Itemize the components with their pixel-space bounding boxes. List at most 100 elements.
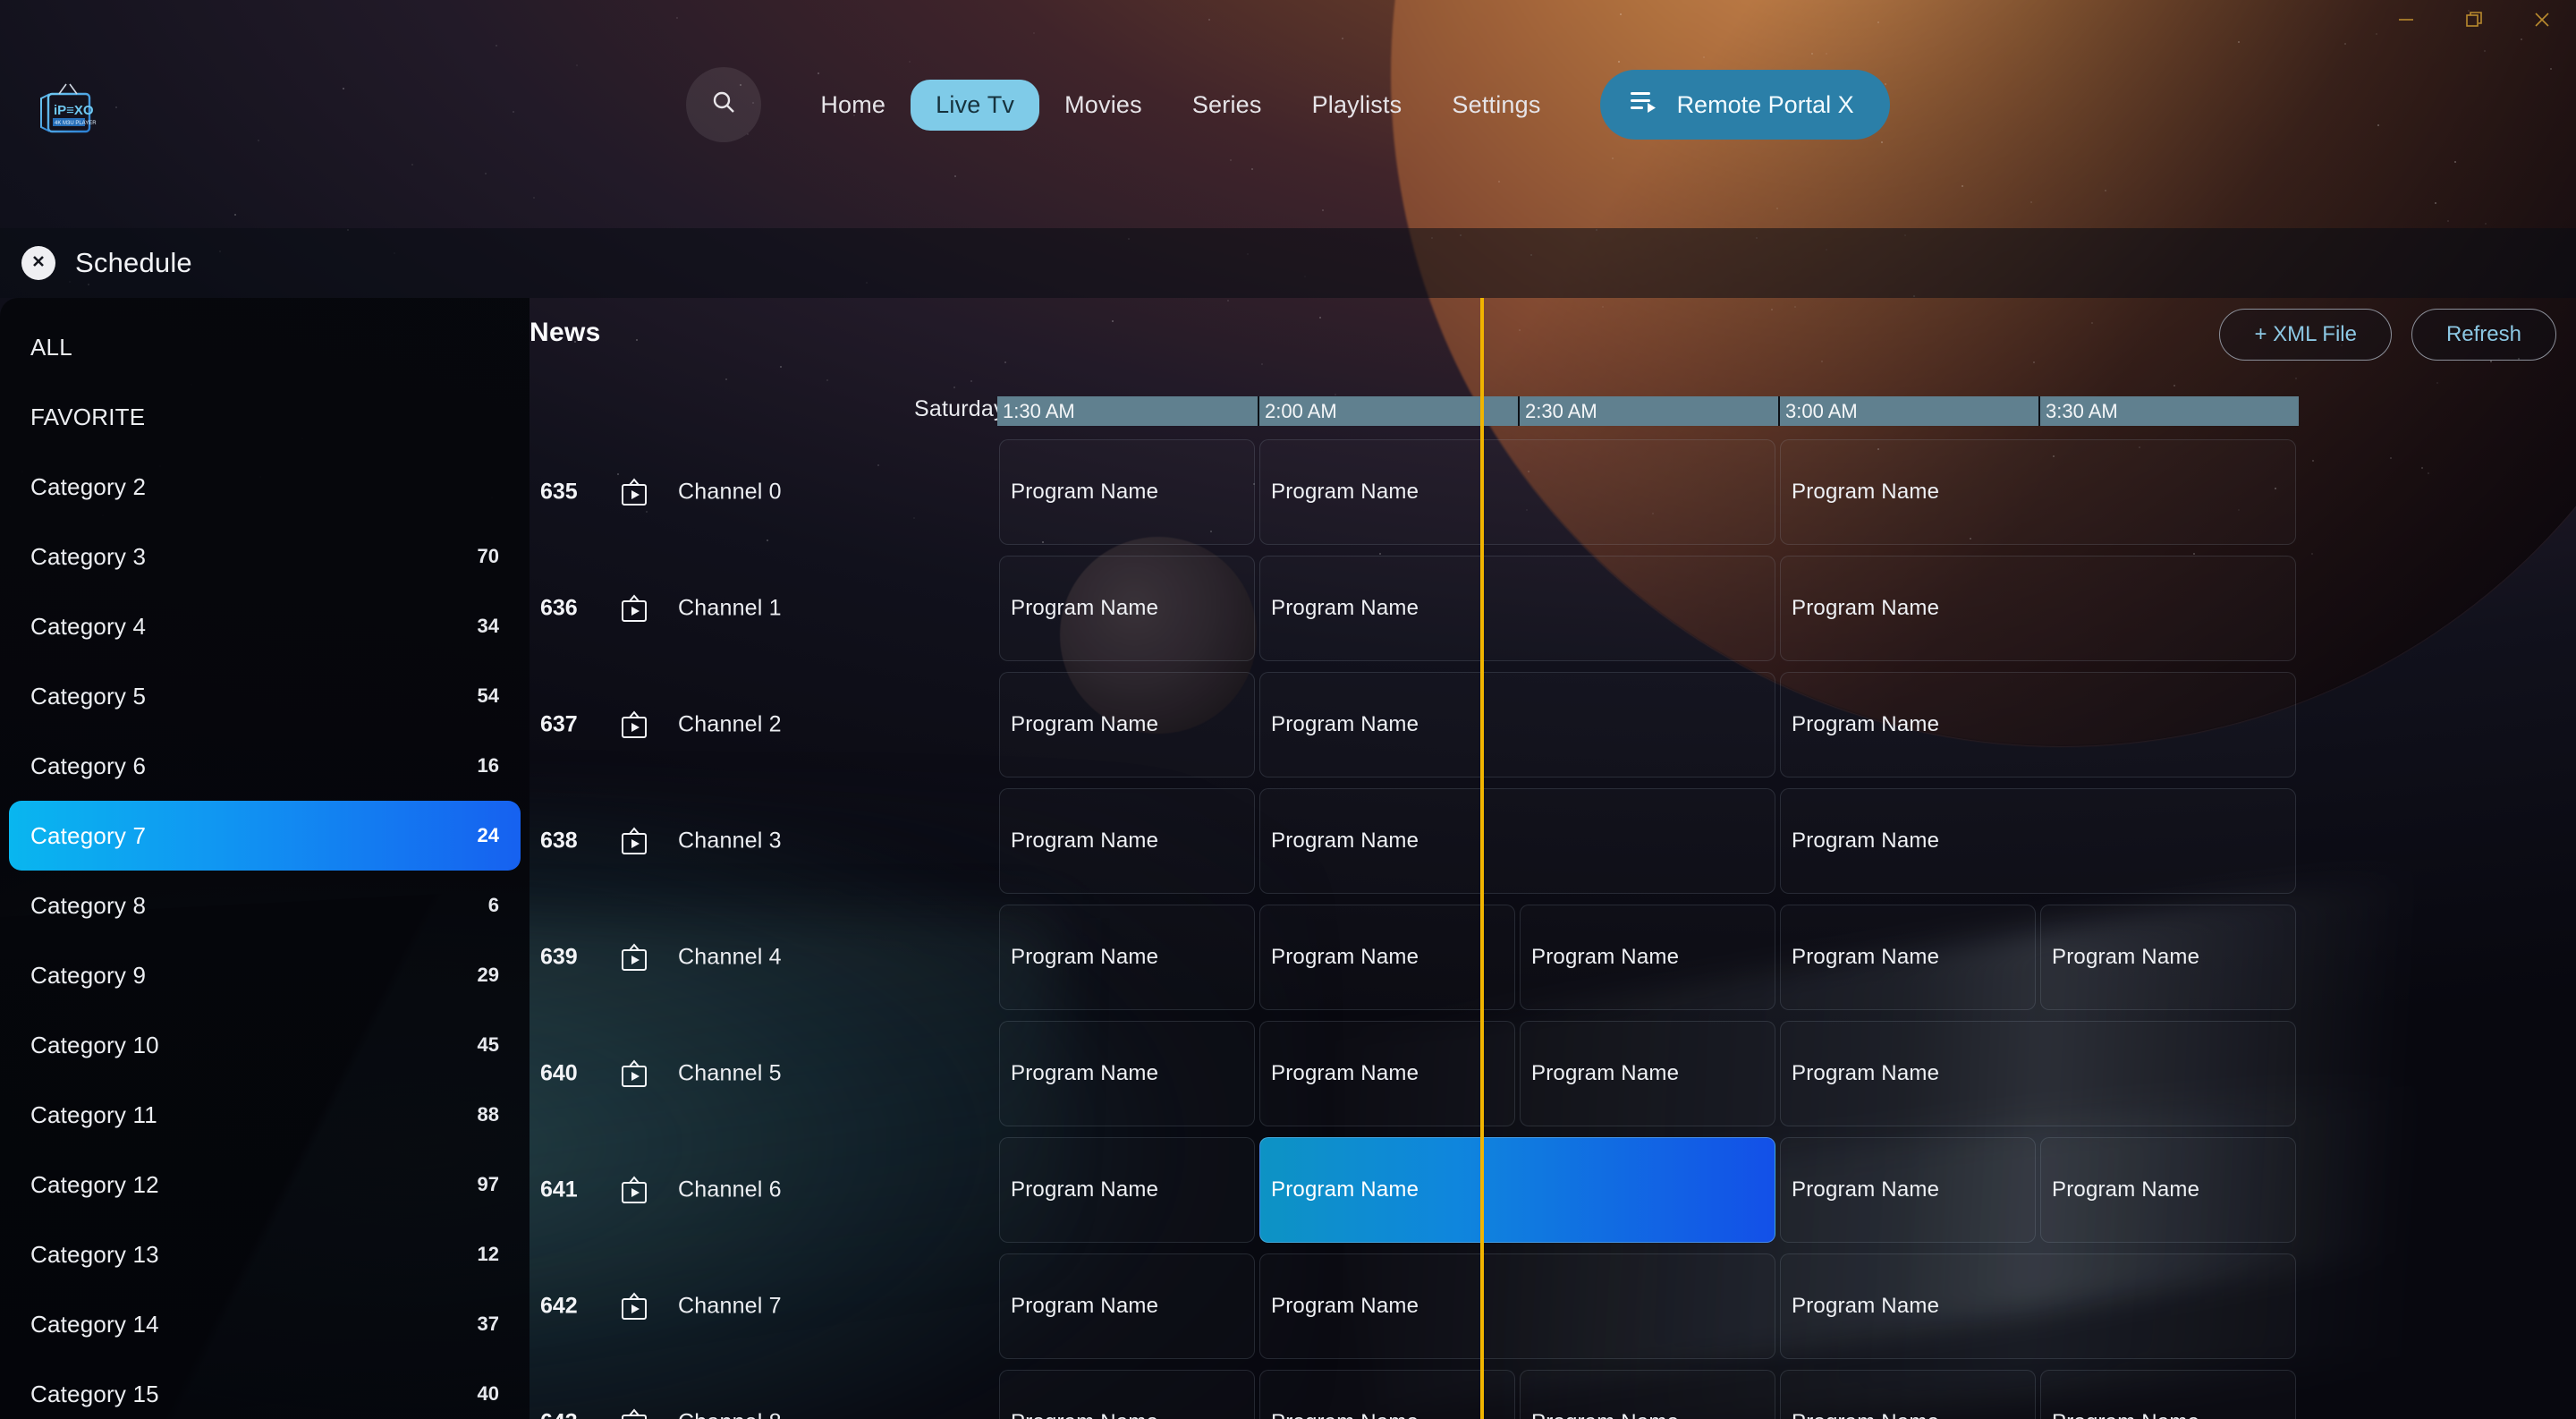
schedule-main-panel: News + XML File Refresh Saturday 1:30 AM… [530, 298, 2576, 1419]
nav-center-group: Home Live Tv Movies Series Playlists Set… [0, 39, 2576, 170]
program-cell[interactable]: Program Name [1780, 1253, 2296, 1359]
channel-row[interactable]: 635 Channel 0 Program Name Program Name Prog… [530, 434, 2576, 550]
program-cell[interactable]: Program Name [2040, 1137, 2296, 1243]
program-cell[interactable]: Program Name [1520, 1021, 1775, 1126]
program-cell[interactable]: Program Name [1259, 1021, 1515, 1126]
sidebar-item-count: 16 [477, 754, 499, 777]
sidebar-item-category-9[interactable]: Category 9 29 [9, 940, 521, 1010]
channel-row[interactable]: 642 Channel 7 Program Name Program Name Prog… [530, 1248, 2576, 1364]
tv-play-icon [619, 826, 649, 856]
nav-item-live-tv[interactable]: Live Tv [911, 79, 1040, 131]
program-cell[interactable]: Program Name [1259, 556, 1775, 661]
program-cell[interactable]: Program Name [1780, 1021, 2296, 1126]
program-cell[interactable]: Program Name [999, 672, 1255, 777]
program-cell[interactable]: Program Name [1780, 1137, 2036, 1243]
channel-row[interactable]: 636 Channel 1 Program Name Program Name Prog… [530, 550, 2576, 667]
refresh-button[interactable]: Refresh [2411, 309, 2556, 361]
sidebar-item-all[interactable]: ALL [9, 312, 521, 382]
nav-item-playlists[interactable]: Playlists [1287, 80, 1428, 131]
sidebar-item-label: Category 10 [30, 1031, 159, 1058]
channel-name: Channel 3 [678, 828, 782, 854]
channel-name: Channel 4 [678, 944, 782, 970]
sidebar-item-category-13[interactable]: Category 13 12 [9, 1219, 521, 1289]
program-cell[interactable]: Program Name [1780, 1370, 2036, 1419]
program-cell[interactable]: Program Name [1780, 788, 2296, 894]
close-schedule-button[interactable] [21, 246, 55, 280]
program-cell[interactable]: Program Name [999, 788, 1255, 894]
program-cell[interactable]: Program Name [999, 439, 1255, 545]
program-track: Program Name Program Name Program Name [997, 667, 2576, 783]
program-cell[interactable]: Program Name [1259, 672, 1775, 777]
channel-name: Channel 5 [678, 1060, 782, 1086]
tv-play-icon [619, 710, 649, 740]
sidebar-item-category-14[interactable]: Category 14 37 [9, 1289, 521, 1359]
program-track: Program Name Program Name Program Name [997, 1248, 2576, 1364]
program-cell[interactable]: Program Name [1780, 905, 2036, 1010]
program-cell[interactable]: Program Name [1520, 1370, 1775, 1419]
nav-item-movies[interactable]: Movies [1039, 80, 1167, 131]
sidebar-item-favorite[interactable]: FAVORITE [9, 382, 521, 452]
sidebar-item-category-12[interactable]: Category 12 97 [9, 1150, 521, 1219]
program-cell[interactable]: Program Name [1259, 1253, 1775, 1359]
sidebar-item-label: Category 2 [30, 472, 147, 500]
program-cell[interactable]: Program Name [1259, 439, 1775, 545]
sidebar-item-category-11[interactable]: Category 11 88 [9, 1080, 521, 1150]
sidebar-item-category-3[interactable]: Category 3 70 [9, 522, 521, 591]
program-cell[interactable]: Program Name [1259, 1370, 1515, 1419]
sidebar-item-label: Category 14 [30, 1310, 159, 1338]
sidebar-item-label: Category 5 [30, 682, 147, 710]
channel-grid[interactable]: 635 Channel 0 Program Name Program Name Prog… [530, 434, 2576, 1419]
channel-number: 642 [540, 1293, 578, 1319]
channel-row[interactable]: 641 Channel 6 Program Name Program Name Prog… [530, 1132, 2576, 1248]
channel-number: 636 [540, 595, 578, 621]
program-cell-selected[interactable]: Program Name [1259, 1137, 1775, 1243]
restore-button[interactable] [2440, 0, 2508, 39]
program-cell[interactable]: Program Name [1780, 556, 2296, 661]
nav-item-settings[interactable]: Settings [1427, 80, 1565, 131]
sidebar-item-category-6[interactable]: Category 6 16 [9, 731, 521, 801]
channel-row[interactable]: 643Channel 8Program NameProgram NameProg… [530, 1364, 2576, 1419]
close-button[interactable] [2508, 0, 2576, 39]
sidebar-item-count: 24 [477, 824, 499, 846]
sidebar-item-category-7[interactable]: Category 7 24 [9, 801, 521, 871]
program-cell[interactable]: Program Name [999, 905, 1255, 1010]
channel-row[interactable]: 640 Channel 5 Program Name Program Name Prog… [530, 1015, 2576, 1132]
channel-row[interactable]: 639 Channel 4 Program Name Program Name Prog… [530, 899, 2576, 1015]
sidebar-item-category-5[interactable]: Category 5 54 [9, 661, 521, 731]
nav-item-home[interactable]: Home [795, 80, 911, 131]
sidebar-item-label: Category 8 [30, 891, 147, 919]
nav-item-series[interactable]: Series [1167, 80, 1287, 131]
program-cell[interactable]: Program Name [999, 1370, 1255, 1419]
sidebar-item-category-4[interactable]: Category 4 34 [9, 591, 521, 661]
program-cell[interactable]: Program Name [1259, 788, 1775, 894]
add-xml-file-button[interactable]: + XML File [2219, 309, 2392, 361]
category-sidebar[interactable]: ALL FAVORITE Category 2 Category 3 70 Categor… [0, 298, 530, 1419]
time-slot-4: 3:30 AM [2038, 396, 2299, 426]
channel-row[interactable]: 638 Channel 3 Program Name Program Name Prog… [530, 783, 2576, 899]
program-track: Program Name Program Name Program Name [997, 783, 2576, 899]
day-and-timeline-row: Saturday 1:30 AM 2:00 AM 2:30 AM 3:00 AM 3:3… [530, 396, 2576, 434]
sidebar-item-count: 29 [477, 964, 499, 986]
sidebar-item-category-2[interactable]: Category 2 [9, 452, 521, 522]
page-title: News [530, 318, 601, 347]
program-cell[interactable]: Program Name [1520, 905, 1775, 1010]
channel-row[interactable]: 637 Channel 2 Program Name Program Name Prog… [530, 667, 2576, 783]
search-button[interactable] [686, 67, 762, 142]
tv-play-icon [619, 1175, 649, 1205]
remote-portal-button[interactable]: Remote Portal X [1599, 70, 1890, 140]
program-cell[interactable]: Program Name [1259, 905, 1515, 1010]
minimize-button[interactable] [2372, 0, 2440, 39]
program-cell[interactable]: Program Name [999, 1021, 1255, 1126]
program-cell[interactable]: Program Name [1780, 439, 2296, 545]
program-cell[interactable]: Program Name [999, 1137, 1255, 1243]
sidebar-item-category-10[interactable]: Category 10 45 [9, 1010, 521, 1080]
sidebar-item-category-15[interactable]: Category 15 40 [9, 1359, 521, 1419]
program-cell[interactable]: Program Name [2040, 1370, 2296, 1419]
sidebar-item-category-8[interactable]: Category 8 6 [9, 871, 521, 940]
close-circle-icon [30, 252, 47, 275]
channel-number: 643 [540, 1410, 578, 1419]
program-cell[interactable]: Program Name [1780, 672, 2296, 777]
program-cell[interactable]: Program Name [2040, 905, 2296, 1010]
program-cell[interactable]: Program Name [999, 556, 1255, 661]
program-cell[interactable]: Program Name [999, 1253, 1255, 1359]
